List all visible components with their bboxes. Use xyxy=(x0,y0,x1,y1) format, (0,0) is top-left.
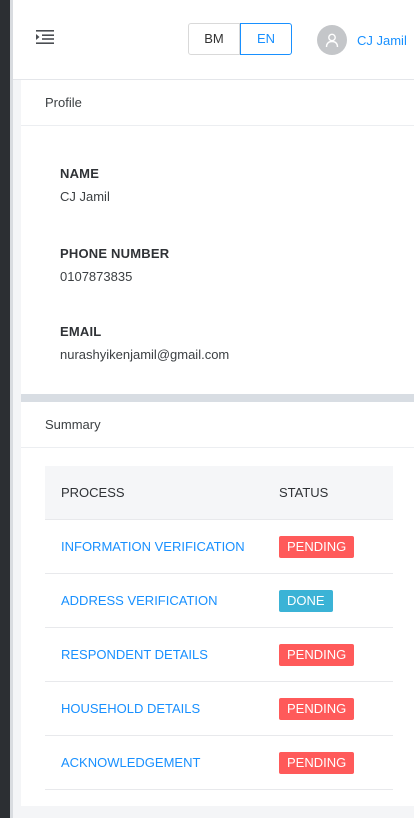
page-bottom xyxy=(13,806,414,818)
process-link-respondent-details[interactable]: RESPONDENT DETAILS xyxy=(61,647,208,662)
summary-card: Summary PROCESS STATUS INFORMATION VERIF… xyxy=(21,402,414,806)
table-row: INFORMATION VERIFICATION PENDING xyxy=(45,520,393,574)
table-row: ACKNOWLEDGEMENT PENDING xyxy=(45,736,393,790)
phone-field: PHONE NUMBER 0107873835 xyxy=(60,246,169,284)
process-link-address-verification[interactable]: ADDRESS VERIFICATION xyxy=(61,593,218,608)
menu-toggle-button[interactable] xyxy=(35,28,57,50)
app-container: BM EN CJ Jamil Profile NAME CJ Jamil PHO… xyxy=(13,0,414,818)
top-header: BM EN CJ Jamil xyxy=(13,0,414,80)
summary-card-title: Summary xyxy=(21,402,414,448)
profile-card: Profile NAME CJ Jamil PHONE NUMBER 01078… xyxy=(21,80,414,394)
user-name[interactable]: CJ Jamil xyxy=(357,33,407,48)
profile-card-title: Profile xyxy=(21,80,414,126)
window-frame-edge xyxy=(0,0,10,818)
avatar xyxy=(317,25,347,55)
user-icon xyxy=(325,33,339,48)
process-link-household-details[interactable]: HOUSEHOLD DETAILS xyxy=(61,701,200,716)
status-badge: PENDING xyxy=(279,697,355,720)
section-divider xyxy=(21,394,414,402)
email-value: nurashyikenjamil@gmail.com xyxy=(60,347,230,362)
phone-value: 0107873835 xyxy=(60,269,133,284)
status-badge: PENDING xyxy=(279,535,355,558)
status-badge: PENDING xyxy=(279,643,355,666)
name-field: NAME CJ Jamil xyxy=(60,166,110,204)
table-row: ADDRESS VERIFICATION DONE xyxy=(45,574,393,628)
process-link-acknowledgement[interactable]: ACKNOWLEDGEMENT xyxy=(61,755,200,770)
process-link-information-verification[interactable]: INFORMATION VERIFICATION xyxy=(61,539,245,554)
user-menu[interactable]: CJ Jamil xyxy=(317,24,407,56)
column-header-status: STATUS xyxy=(279,485,329,500)
email-label: EMAIL xyxy=(60,324,102,339)
menu-unfold-icon xyxy=(36,30,54,44)
name-value: CJ Jamil xyxy=(60,189,110,204)
lang-bm-button[interactable]: BM xyxy=(188,23,240,55)
name-label: NAME xyxy=(60,166,100,181)
table-header: PROCESS STATUS xyxy=(45,466,393,520)
table-row: HOUSEHOLD DETAILS PENDING xyxy=(45,682,393,736)
status-badge: PENDING xyxy=(279,751,355,774)
language-switcher: BM EN xyxy=(188,23,292,55)
email-field: EMAIL nurashyikenjamil@gmail.com xyxy=(60,324,229,362)
table-row: RESPONDENT DETAILS PENDING xyxy=(45,628,393,682)
lang-en-button[interactable]: EN xyxy=(240,23,292,55)
phone-label: PHONE NUMBER xyxy=(60,246,170,261)
column-header-process: PROCESS xyxy=(61,485,125,500)
status-badge: DONE xyxy=(279,589,333,612)
summary-table: PROCESS STATUS INFORMATION VERIFICATION … xyxy=(45,466,393,790)
